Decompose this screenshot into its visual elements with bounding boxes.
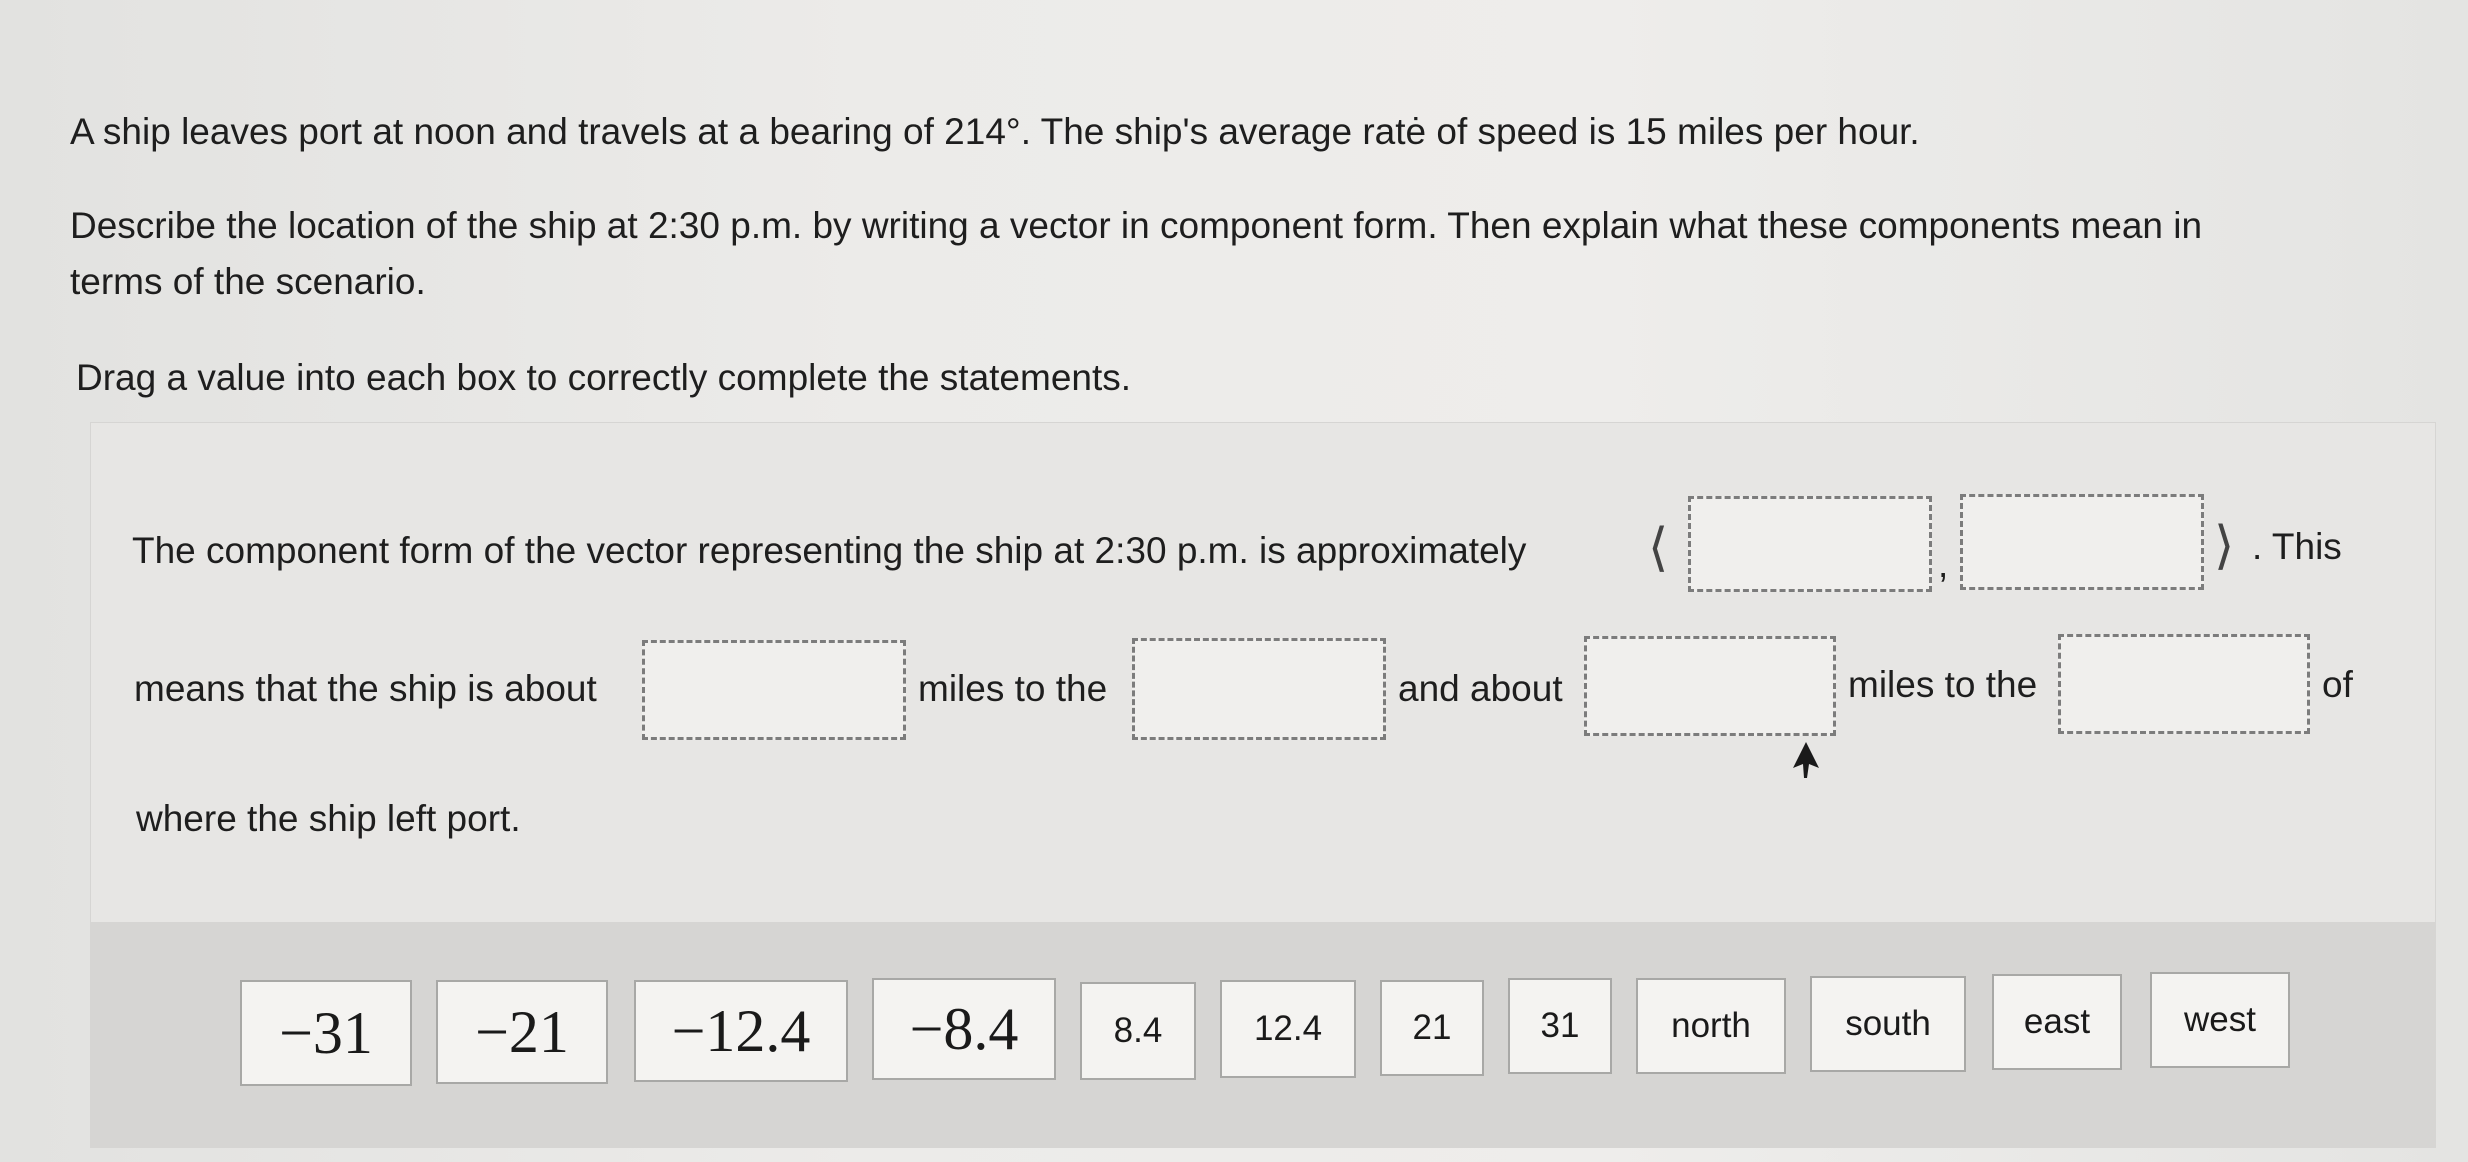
answer-tile[interactable]: 12.4 xyxy=(1220,980,1356,1078)
question-prompt-line-3: terms of the scenario. xyxy=(70,261,426,302)
mouse-cursor-icon xyxy=(1793,742,1819,778)
statement-text-and-about: and about xyxy=(1398,668,1563,709)
answer-tile[interactable]: east xyxy=(1992,974,2122,1070)
answer-tile[interactable]: −8.4 xyxy=(872,978,1056,1080)
answer-tile[interactable]: 21 xyxy=(1380,980,1484,1076)
answer-tile[interactable]: west xyxy=(2150,972,2290,1068)
statement-text-miles-to-the-2: miles to the xyxy=(1848,664,2038,705)
drop-zone-distance-1[interactable] xyxy=(642,640,906,740)
statement-text-component-form: The component form of the vector represe… xyxy=(132,530,1527,571)
answer-tile[interactable]: −21 xyxy=(436,980,608,1084)
drop-zone-x-component[interactable] xyxy=(1688,496,1932,592)
statement-text-miles-to-the-1: miles to the xyxy=(918,668,1108,709)
close-angle-bracket: ⟩ xyxy=(2214,516,2235,576)
statement-text-ship-is-about: means that the ship is about xyxy=(134,668,597,709)
drag-instruction: Drag a value into each box to correctly … xyxy=(76,357,1132,398)
answer-tile[interactable]: south xyxy=(1810,976,1966,1072)
statement-text-this: . This xyxy=(2252,526,2342,567)
answer-tile[interactable]: north xyxy=(1636,978,1786,1074)
drop-zone-y-component[interactable] xyxy=(1960,494,2204,590)
question-prompt-line-1: A ship leaves port at noon and travels a… xyxy=(70,111,1920,152)
answer-tile[interactable]: 8.4 xyxy=(1080,982,1196,1080)
open-angle-bracket: ⟨ xyxy=(1648,518,1669,578)
answer-tile[interactable]: 31 xyxy=(1508,978,1612,1074)
answer-tile[interactable]: −31 xyxy=(240,980,412,1086)
statement-text-of: of xyxy=(2322,664,2353,705)
answer-tile[interactable]: −12.4 xyxy=(634,980,848,1082)
statement-text-where-left-port: where the ship left port. xyxy=(136,798,521,839)
drop-zone-direction-1[interactable] xyxy=(1132,638,1386,740)
drop-zone-direction-2[interactable] xyxy=(2058,634,2310,734)
question-prompt-line-2: Describe the location of the ship at 2:3… xyxy=(70,205,2203,246)
vector-comma: , xyxy=(1938,544,1949,585)
drop-zone-distance-2[interactable] xyxy=(1584,636,1836,736)
